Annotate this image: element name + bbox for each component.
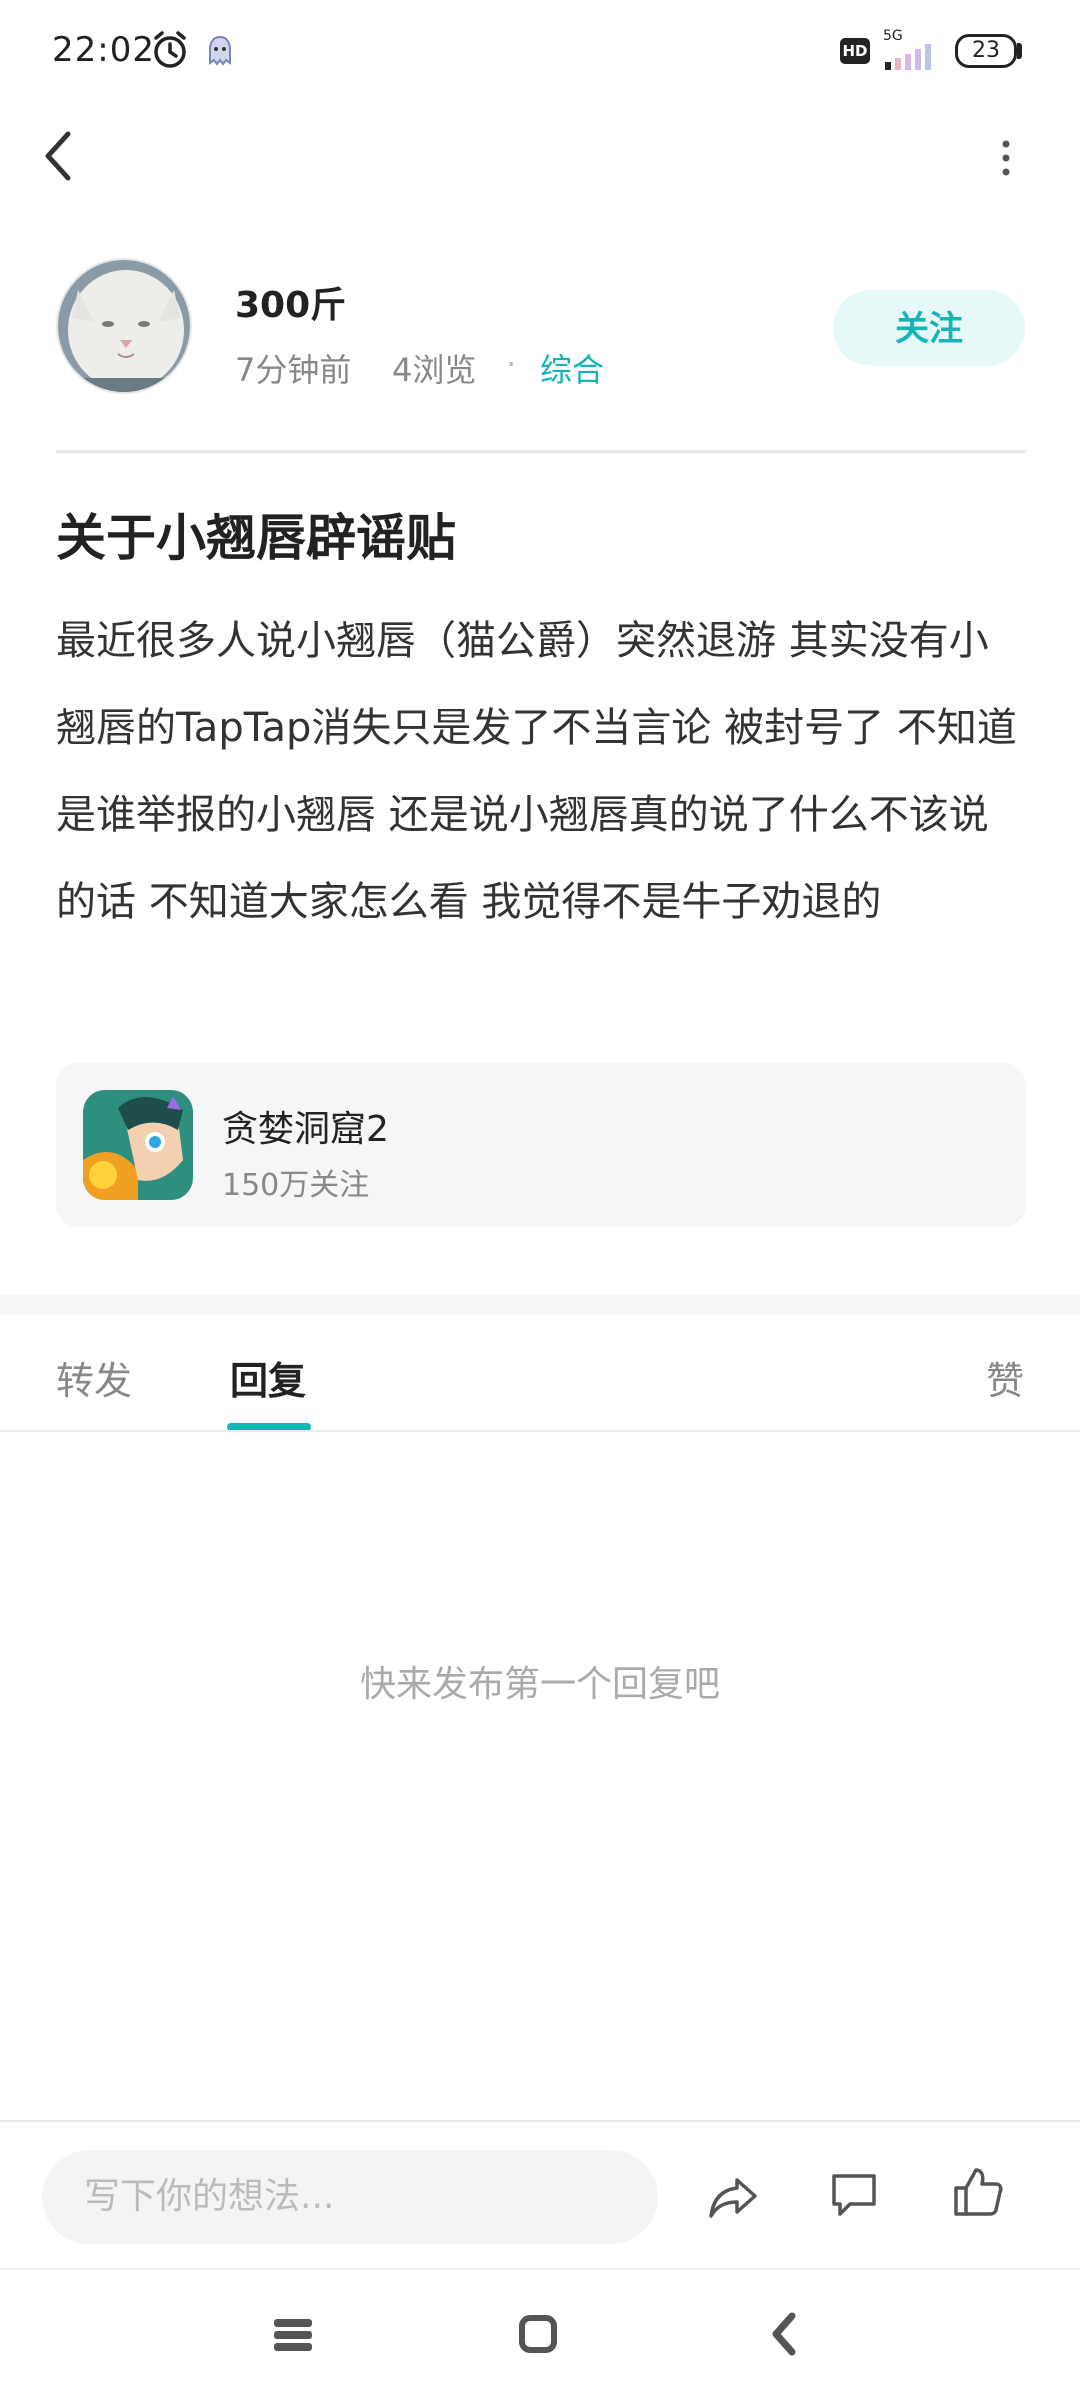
status-time: 22:02 xyxy=(52,30,155,70)
home-icon[interactable] xyxy=(516,2312,560,2356)
divider xyxy=(0,2120,1080,2122)
more-icon[interactable] xyxy=(995,138,1017,178)
tab-reply[interactable]: 回复 xyxy=(230,1350,306,1405)
alarm-icon xyxy=(154,31,186,68)
share-icon[interactable] xyxy=(705,2168,761,2224)
section-gap xyxy=(0,1295,1080,1315)
avatar[interactable] xyxy=(56,258,192,394)
author-name[interactable]: 300斤 xyxy=(235,276,346,328)
game-icon xyxy=(83,1090,193,1200)
recent-apps-icon[interactable] xyxy=(272,2315,314,2355)
game-name: 贪婪洞窟2 xyxy=(222,1109,389,1150)
game-card[interactable] xyxy=(56,1063,1026,1227)
tab-forward[interactable]: 转发 xyxy=(56,1350,132,1405)
divider xyxy=(0,2268,1080,2270)
game-followers: 150万关注 xyxy=(222,1168,370,1203)
comment-input[interactable]: 写下你的想法... xyxy=(42,2150,658,2244)
tab-like[interactable]: 赞 xyxy=(986,1350,1024,1405)
signal-icon xyxy=(885,44,931,70)
back-icon[interactable] xyxy=(40,128,76,184)
hd-badge: HD xyxy=(840,38,870,64)
battery-indicator: 23 xyxy=(955,34,1017,68)
post-time: 7分钟前 xyxy=(235,351,352,389)
follow-button[interactable]: 关注 xyxy=(833,290,1025,366)
category-link[interactable]: 综合 xyxy=(540,345,604,391)
ghost-icon xyxy=(209,35,231,66)
meta-separator: · xyxy=(506,345,517,383)
divider xyxy=(0,1430,1080,1432)
view-count: 4浏览 xyxy=(392,351,477,389)
comment-icon[interactable] xyxy=(826,2166,882,2222)
battery-tip xyxy=(1017,43,1022,59)
empty-state-text: 快来发布第一个回复吧 xyxy=(359,1664,720,1705)
post-title: 关于小翘唇辟谣贴 xyxy=(56,509,456,567)
system-back-icon[interactable] xyxy=(766,2310,802,2358)
like-icon[interactable] xyxy=(950,2164,1006,2220)
divider xyxy=(56,450,1026,453)
post-body: 最近很多人说小翘唇（猫公爵）突然退游 其实没有小翘唇的TapTap消失只是发了不… xyxy=(56,618,1017,925)
